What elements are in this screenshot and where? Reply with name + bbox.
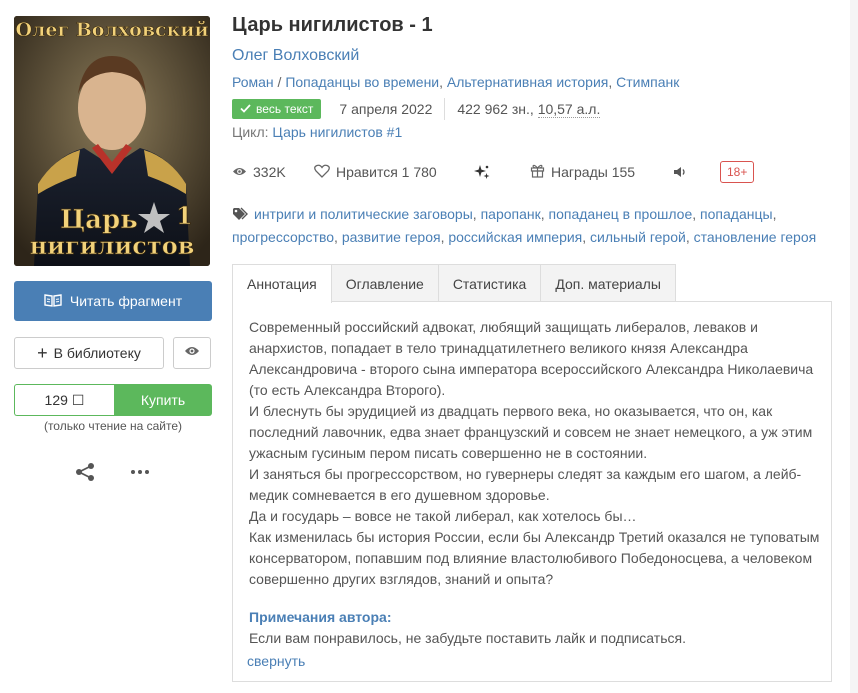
genres: Роман / Попаданцы во времени, Альтернати… bbox=[232, 74, 680, 90]
awards-stat[interactable]: Награды 155 bbox=[530, 160, 635, 184]
tag-link[interactable]: интриги и политические заговоры bbox=[254, 206, 473, 222]
buy-note: (только чтение на сайте) bbox=[43, 419, 183, 433]
heart-icon bbox=[314, 164, 330, 181]
check-icon bbox=[240, 102, 251, 116]
buy-button[interactable]: Купить bbox=[114, 384, 212, 416]
book-tabs: Аннотация Оглавление Статистика Доп. мат… bbox=[232, 264, 676, 303]
author-notes-text: Если вам понравилось, не забудьте постав… bbox=[249, 630, 686, 646]
tab-statistics[interactable]: Статистика bbox=[437, 264, 542, 302]
follow-button[interactable] bbox=[173, 337, 211, 369]
buy-row: 129 ☐ Купить bbox=[14, 384, 212, 416]
tag-link[interactable]: попаданцы bbox=[700, 206, 773, 222]
status-badge-label: весь текст bbox=[256, 102, 314, 116]
read-fragment-label: Читать фрагмент bbox=[69, 293, 183, 309]
likes-count: Нравится 1 780 bbox=[336, 164, 437, 180]
views-stat: 332K bbox=[232, 160, 286, 184]
sparkles-icon[interactable] bbox=[474, 160, 490, 184]
author-link[interactable]: Олег Волховский bbox=[232, 47, 359, 65]
views-count: 332K bbox=[253, 164, 286, 180]
tag-icon bbox=[232, 206, 250, 227]
cycle: Цикл: Царь нигилистов #1 bbox=[232, 124, 403, 140]
book-title: Царь нигилистов - 1 bbox=[232, 14, 433, 36]
eye-icon bbox=[232, 164, 247, 180]
read-fragment-button[interactable]: Читать фрагмент bbox=[14, 281, 212, 321]
author-sheets: 10,57 а.л. bbox=[537, 101, 601, 118]
author-notes-title: Примечания автора: bbox=[249, 609, 392, 625]
tag-link[interactable]: попаданец в прошлое bbox=[549, 206, 693, 222]
price-box: 129 ☐ bbox=[14, 384, 114, 416]
book-cover[interactable]: Олег Волховский Царь 1 нигилистов bbox=[14, 16, 210, 266]
genre-link[interactable]: Альтернативная история bbox=[447, 74, 608, 90]
awards-count: Награды 155 bbox=[551, 164, 636, 180]
add-to-library-button[interactable]: + В библиотеку bbox=[14, 337, 164, 369]
age-rating-badge: 18+ bbox=[720, 161, 755, 183]
cover-title-line2: нигилистов bbox=[30, 231, 195, 260]
annotation-panel: Современный российский адвокат, любящий … bbox=[232, 301, 832, 682]
cover-author: Олег Волховский bbox=[15, 19, 208, 41]
likes-stat[interactable]: Нравится 1 780 bbox=[314, 160, 437, 184]
book-meta: весь текст 7 апреля 2022 422 962 зн., 10… bbox=[232, 98, 601, 120]
open-book-icon bbox=[44, 293, 62, 310]
tab-annotation[interactable]: Аннотация bbox=[232, 264, 332, 303]
tag-link[interactable]: сильный герой bbox=[590, 229, 686, 245]
genre-link[interactable]: Роман bbox=[232, 74, 274, 90]
tag-link[interactable]: становление героя bbox=[694, 229, 817, 245]
currency-icon: ☐ bbox=[71, 391, 85, 408]
status-badge: весь текст bbox=[232, 99, 322, 119]
cycle-link[interactable]: Царь нигилистов #1 bbox=[272, 124, 402, 140]
collapse-link[interactable]: свернуть bbox=[247, 653, 305, 669]
tag-link[interactable]: развитие героя bbox=[342, 229, 441, 245]
genre-link[interactable]: Стимпанк bbox=[616, 74, 679, 90]
annotation-paragraph: Современный российский адвокат, любящий … bbox=[249, 319, 814, 398]
more-options-icon[interactable] bbox=[130, 462, 150, 487]
cover-title-number: 1 bbox=[176, 201, 193, 230]
annotation-text: Современный российский адвокат, любящий … bbox=[249, 317, 821, 590]
gift-icon bbox=[530, 163, 545, 181]
annotation-paragraph: И блеснуть бы эрудицией из двадцать перв… bbox=[249, 403, 813, 461]
tag-link[interactable]: прогрессорство bbox=[232, 229, 334, 245]
add-to-library-label: В библиотеку bbox=[53, 345, 141, 361]
plus-icon: + bbox=[37, 343, 48, 363]
eye-icon bbox=[184, 344, 200, 362]
price-value: 129 bbox=[44, 392, 68, 408]
tab-contents[interactable]: Оглавление bbox=[330, 264, 439, 302]
tag-link[interactable]: паропанк bbox=[481, 206, 541, 222]
tab-extra-materials[interactable]: Доп. материалы bbox=[540, 264, 676, 302]
publish-date: 7 апреля 2022 bbox=[321, 98, 446, 120]
annotation-paragraph: И заняться бы прогрессорством, но гуверн… bbox=[249, 466, 802, 503]
annotation-paragraph: Как изменилась бы история России, если б… bbox=[249, 529, 820, 587]
share-icon[interactable] bbox=[74, 462, 96, 487]
page-scrollbar[interactable] bbox=[850, 0, 858, 693]
tags: интриги и политические заговоры, паропан… bbox=[232, 206, 817, 245]
book-size: 422 962 зн., 10,57 а.л. bbox=[457, 101, 601, 118]
annotation-paragraph: Да и государь – вовсе не такой либерал, … bbox=[249, 508, 637, 524]
speaker-icon[interactable] bbox=[672, 160, 688, 184]
tag-link[interactable]: российская империя bbox=[448, 229, 582, 245]
genre-link[interactable]: Попаданцы во времени bbox=[285, 74, 439, 90]
